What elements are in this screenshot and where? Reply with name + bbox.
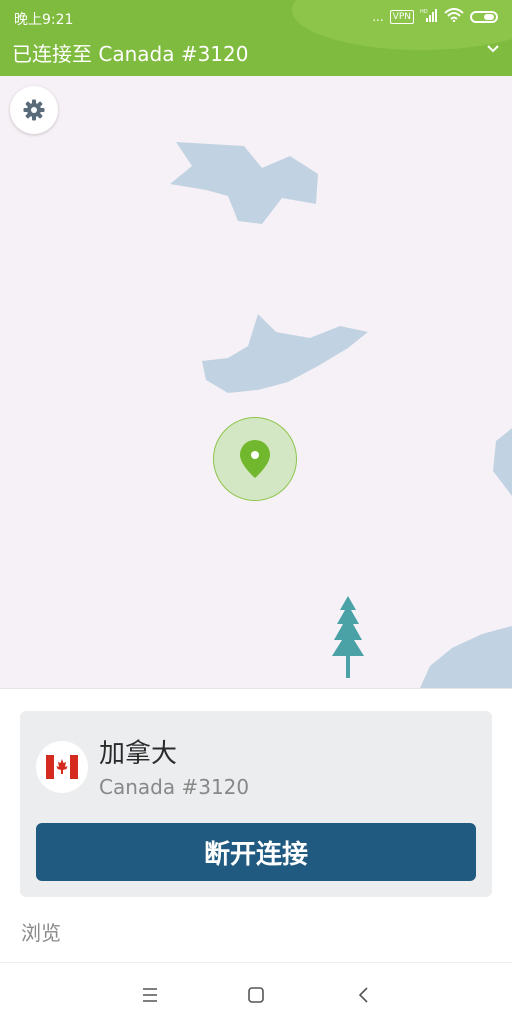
bottom-panel: 加拿大 Canada #3120 断开连接 浏览 xyxy=(0,688,512,963)
map-water-shapes xyxy=(170,142,512,688)
menu-icon[interactable] xyxy=(138,983,162,1007)
status-time: 晚上9:21 xyxy=(14,12,74,28)
settings-gear-icon xyxy=(23,99,45,121)
hd-label: HD xyxy=(420,9,428,15)
tree-icon xyxy=(332,596,364,678)
settings-button[interactable] xyxy=(10,86,58,134)
country-name: 加拿大 xyxy=(99,739,178,769)
status-icons: ... VPN HD xyxy=(372,8,498,25)
app-header: 晚上9:21 ... VPN HD 已连接至 Canada #3120 xyxy=(0,0,512,76)
wifi-icon xyxy=(444,8,464,25)
country-flag xyxy=(36,741,88,793)
canada-flag-icon xyxy=(46,755,78,779)
browse-section-label[interactable]: 浏览 xyxy=(21,917,61,946)
system-nav-bar xyxy=(0,962,512,1025)
disconnect-button[interactable]: 断开连接 xyxy=(36,823,476,881)
home-icon[interactable] xyxy=(244,983,268,1007)
battery-icon xyxy=(470,10,498,23)
connection-card: 加拿大 Canada #3120 断开连接 xyxy=(20,711,492,897)
location-pin-icon xyxy=(240,440,270,478)
more-dots-icon: ... xyxy=(372,9,384,24)
back-icon[interactable] xyxy=(352,983,376,1007)
signal-icon: HD xyxy=(420,8,438,25)
connection-title[interactable]: 已连接至 Canada #3120 xyxy=(12,38,248,67)
location-marker[interactable] xyxy=(213,417,297,501)
server-name: Canada #3120 xyxy=(99,775,250,799)
chevron-down-icon[interactable] xyxy=(486,42,500,56)
vpn-badge: VPN xyxy=(389,9,414,24)
map-view[interactable] xyxy=(0,76,512,688)
